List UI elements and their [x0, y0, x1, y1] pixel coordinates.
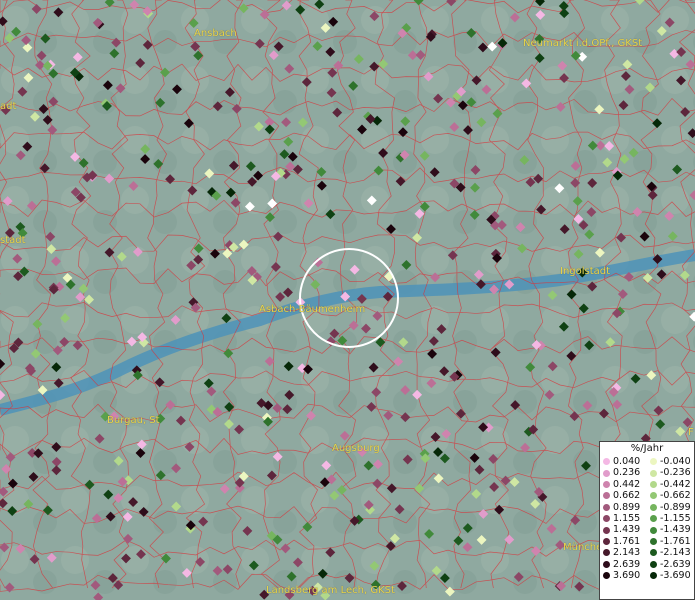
- legend-entry: -0.236: [647, 467, 694, 478]
- legend-value: -0.040: [660, 456, 691, 467]
- legend-entry: 2.143: [600, 547, 647, 558]
- legend-entry: 1.155: [600, 513, 647, 524]
- legend-row: 3.690 -3.690: [600, 570, 694, 581]
- legend-positive-swatch: [603, 537, 610, 545]
- legend-value: -0.662: [660, 490, 691, 502]
- legend-value: -1.761: [660, 535, 691, 547]
- legend-rows: 0.040 -0.040 0.236 -0.236 0.442 -0.442 0.662 -0…: [600, 456, 694, 581]
- legend-value: 2.143: [613, 547, 641, 559]
- legend-positive-swatch: [603, 458, 610, 466]
- legend-row: 0.662 -0.662: [600, 490, 694, 501]
- legend-value: -0.442: [660, 478, 691, 490]
- legend-value: -2.143: [660, 547, 691, 559]
- legend-value: 0.040: [613, 456, 641, 467]
- legend-entry: 0.442: [600, 479, 647, 490]
- legend-entry: -0.662: [647, 490, 694, 501]
- legend-entry: 3.690: [600, 570, 647, 581]
- legend-negative-swatch: [650, 458, 657, 466]
- legend-negative-swatch: [650, 503, 657, 511]
- label-ingolstadt: Ingolstadt: [560, 266, 611, 277]
- legend-entry: -0.442: [647, 479, 694, 490]
- label-neumarkt: Neumarkt i.d.OPf., GKSt: [523, 38, 643, 49]
- legend-value: -1.439: [660, 524, 691, 536]
- legend-value: 1.155: [613, 512, 641, 524]
- legend-negative-swatch: [650, 560, 657, 568]
- legend-row: 0.899 -0.899: [600, 502, 694, 513]
- legend-value: 2.639: [613, 558, 641, 570]
- legend-entry: -2.143: [647, 547, 694, 558]
- legend-value: -3.690: [660, 569, 691, 581]
- legend-negative-swatch: [650, 549, 657, 557]
- legend-row: 1.761 -1.761: [600, 536, 694, 547]
- label-asbach-baeumenheim: Asbach-Bäumenheim: [259, 304, 366, 315]
- label-augsburg: Augsburg: [332, 443, 380, 454]
- legend-negative-swatch: [650, 469, 657, 477]
- legend-negative-swatch: [650, 515, 657, 523]
- legend-row: 0.236 -0.236: [600, 467, 694, 478]
- legend-value: 3.690: [613, 569, 641, 581]
- legend-positive-swatch: [603, 515, 610, 523]
- label-left-stadt: stadt: [0, 235, 26, 246]
- legend-entry: 2.639: [600, 559, 647, 570]
- legend-entry: -0.040: [647, 456, 694, 467]
- legend-positive-swatch: [603, 549, 610, 557]
- legend-row: 0.040 -0.040: [600, 456, 694, 467]
- legend-positive-swatch: [603, 572, 610, 580]
- label-left-adt: adt: [0, 101, 17, 112]
- legend-value: 0.236: [613, 467, 641, 479]
- legend-value: -0.236: [660, 467, 691, 479]
- legend-title: %/Jahr: [630, 443, 664, 454]
- legend-entry: -1.439: [647, 524, 694, 535]
- legend-positive-swatch: [603, 480, 610, 488]
- legend-entry: -2.639: [647, 559, 694, 570]
- legend-entry: 0.662: [600, 490, 647, 501]
- legend-value: 0.662: [613, 490, 641, 502]
- legend-negative-swatch: [650, 537, 657, 545]
- legend-value: 0.899: [613, 501, 641, 513]
- legend-negative-swatch: [650, 480, 657, 488]
- legend-positive-swatch: [603, 492, 610, 500]
- legend-value: 0.442: [613, 478, 641, 490]
- legend-value: 1.439: [613, 524, 641, 536]
- legend-entry: 0.236: [600, 467, 647, 478]
- legend-value: -2.639: [660, 558, 691, 570]
- legend-entry: 1.761: [600, 536, 647, 547]
- legend-negative-swatch: [650, 526, 657, 534]
- legend-positive-swatch: [603, 469, 610, 477]
- legend-row: 0.442 -0.442: [600, 479, 694, 490]
- legend-value: -1.155: [660, 512, 691, 524]
- legend: %/Jahr 0.040 -0.040 0.236 -0.236 0.442 -0.442…: [599, 441, 695, 600]
- label-right-f: F: [688, 427, 694, 438]
- legend-negative-swatch: [650, 572, 657, 580]
- legend-row: 1.439 -1.439: [600, 524, 694, 535]
- legend-value: -0.899: [660, 501, 691, 513]
- legend-value: 1.761: [613, 535, 641, 547]
- label-ansbach: Ansbach: [194, 28, 237, 39]
- legend-positive-swatch: [603, 560, 610, 568]
- legend-entry: -1.761: [647, 536, 694, 547]
- legend-row: 2.143 -2.143: [600, 547, 694, 558]
- legend-entry: -0.899: [647, 502, 694, 513]
- legend-positive-swatch: [603, 503, 610, 511]
- map-canvas[interactable]: [0, 0, 695, 600]
- legend-negative-swatch: [650, 492, 657, 500]
- label-burgau: Burgau, St: [107, 415, 160, 426]
- legend-row: 2.639 -2.639: [600, 559, 694, 570]
- legend-positive-swatch: [603, 526, 610, 534]
- label-landsberg: Landsberg am Lech, GKSt: [266, 585, 395, 596]
- legend-entry: 1.439: [600, 524, 647, 535]
- legend-entry: -1.155: [647, 513, 694, 524]
- legend-entry: 0.899: [600, 502, 647, 513]
- legend-entry: -3.690: [647, 570, 694, 581]
- legend-entry: 0.040: [600, 456, 647, 467]
- legend-row: 1.155 -1.155: [600, 513, 694, 524]
